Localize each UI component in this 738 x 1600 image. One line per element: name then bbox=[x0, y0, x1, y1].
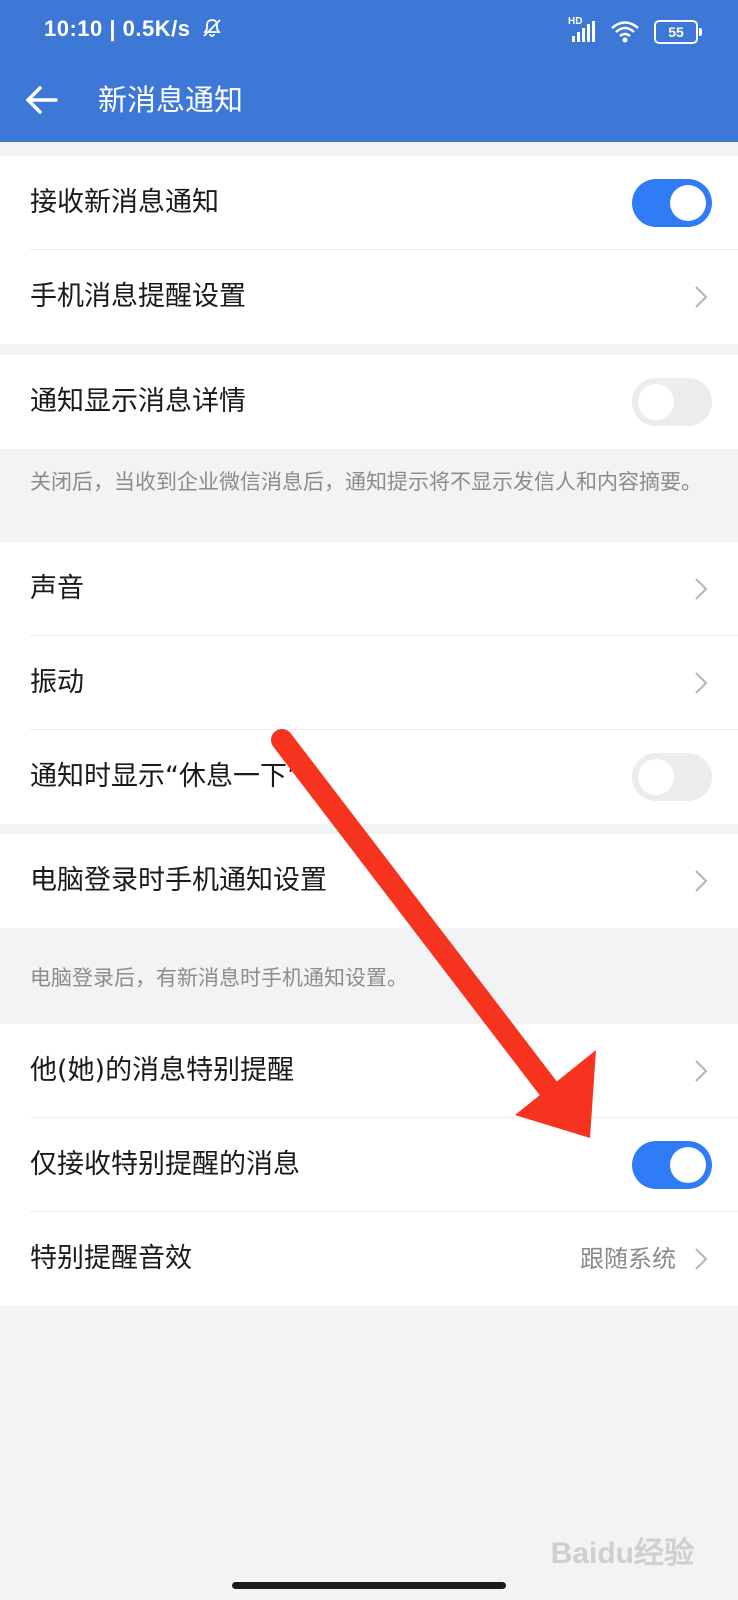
page-title: 新消息通知 bbox=[98, 83, 244, 117]
chevron-right-icon bbox=[695, 286, 708, 308]
chevron-right-icon bbox=[695, 578, 708, 600]
setting-label: 通知时显示“休息一下” bbox=[30, 761, 301, 792]
take-a-break-toggle[interactable] bbox=[632, 753, 712, 801]
setting-label: 仅接收特别提醒的消息 bbox=[30, 1149, 300, 1180]
setting-label: 声音 bbox=[30, 573, 84, 604]
home-indicator[interactable] bbox=[232, 1582, 506, 1589]
setting-label: 通知显示消息详情 bbox=[30, 386, 246, 417]
only-special-toggle[interactable] bbox=[632, 1141, 712, 1189]
chevron-right-icon bbox=[695, 870, 708, 892]
pc-login-note: 电脑登录后，有新消息时手机通知设置。 bbox=[30, 966, 408, 990]
setting-label: 振动 bbox=[30, 667, 84, 698]
settings-group-3: 声音 振动 通知时显示“休息一下” bbox=[0, 542, 738, 824]
setting-phone-reminder[interactable]: 手机消息提醒设置 bbox=[0, 250, 738, 344]
settings-group-2: 通知显示消息详情 bbox=[0, 355, 738, 449]
wifi-icon bbox=[610, 20, 640, 44]
setting-label: 特别提醒音效 bbox=[30, 1243, 192, 1274]
settings-group-1: 接收新消息通知 手机消息提醒设置 bbox=[0, 156, 738, 344]
setting-pc-login-notify[interactable]: 电脑登录时手机通知设置 bbox=[0, 834, 738, 928]
status-time-text: 10:10 | 0.5K/s bbox=[44, 16, 191, 41]
status-icons: HD 55 bbox=[568, 16, 702, 46]
status-time: 10:10 | 0.5K/s bbox=[44, 16, 223, 45]
chevron-right-icon bbox=[695, 1060, 708, 1082]
special-sound-value: 跟随系统 bbox=[580, 1245, 676, 1273]
mute-icon bbox=[201, 17, 223, 45]
chevron-right-icon bbox=[695, 672, 708, 694]
setting-show-details[interactable]: 通知显示消息详情 bbox=[0, 355, 738, 449]
setting-label: 手机消息提醒设置 bbox=[30, 281, 246, 312]
chevron-right-icon bbox=[695, 1248, 708, 1270]
setting-sound[interactable]: 声音 bbox=[0, 542, 738, 636]
settings-group-5: 他(她)的消息特别提醒 仅接收特别提醒的消息 特别提醒音效 跟随系统 bbox=[0, 1024, 738, 1306]
setting-label: 电脑登录时手机通知设置 bbox=[30, 865, 327, 896]
status-bar: 10:10 | 0.5K/s HD 55 bbox=[0, 0, 738, 62]
toggle-knob bbox=[638, 384, 674, 420]
setting-label: 接收新消息通知 bbox=[30, 187, 219, 218]
setting-label: 他(她)的消息特别提醒 bbox=[30, 1055, 295, 1086]
settings-group-4: 电脑登录时手机通知设置 bbox=[0, 834, 738, 928]
app-bar: 新消息通知 bbox=[0, 62, 738, 142]
toggle-knob bbox=[638, 759, 674, 795]
show-details-toggle[interactable] bbox=[632, 378, 712, 426]
battery-icon: 55 bbox=[654, 20, 702, 44]
setting-special-reminder[interactable]: 他(她)的消息特别提醒 bbox=[0, 1024, 738, 1118]
back-arrow-icon[interactable] bbox=[22, 80, 62, 120]
setting-vibration[interactable]: 振动 bbox=[0, 636, 738, 730]
toggle-knob bbox=[670, 1147, 706, 1183]
setting-receive-notifications[interactable]: 接收新消息通知 bbox=[0, 156, 738, 250]
show-details-note: 关闭后，当收到企业微信消息后，通知提示将不显示发信人和内容摘要。 bbox=[30, 470, 702, 494]
toggle-knob bbox=[670, 185, 706, 221]
signal-icon: HD bbox=[568, 16, 596, 44]
baidu-watermark: Baidu经验 bbox=[550, 1537, 694, 1570]
setting-special-sound[interactable]: 特别提醒音效 跟随系统 bbox=[0, 1212, 738, 1306]
setting-only-special[interactable]: 仅接收特别提醒的消息 bbox=[0, 1118, 738, 1212]
setting-take-a-break[interactable]: 通知时显示“休息一下” bbox=[0, 730, 738, 824]
receive-notifications-toggle[interactable] bbox=[632, 179, 712, 227]
